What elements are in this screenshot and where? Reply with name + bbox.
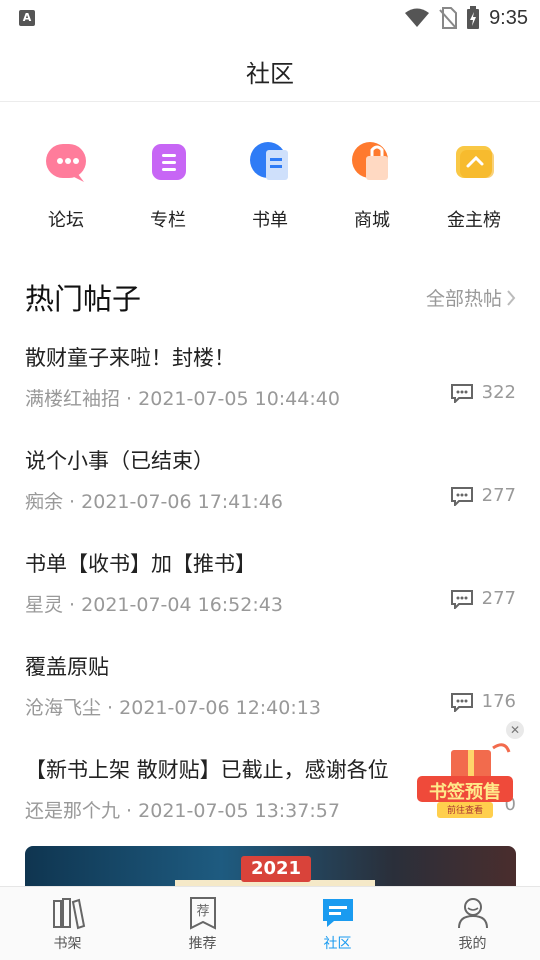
notification-a-icon: A	[19, 10, 35, 26]
tab-label: 书架	[53, 936, 82, 952]
wifi-icon	[405, 8, 430, 27]
post-item[interactable]: 散财童子来啦！封楼！ 满楼红袖招 · 2021-07-05 10:44:40 3…	[0, 330, 540, 433]
bottom-tab-bar: 书架 荐 推荐 社区 我的	[0, 886, 540, 960]
page-header: 社区	[0, 38, 540, 102]
post-meta: 沧海飞尘 · 2021-07-06 12:40:13	[25, 697, 321, 719]
post-author: 沧海飞尘	[25, 697, 102, 719]
ranking-icon	[446, 134, 502, 190]
post-comment-count: 176	[450, 691, 516, 712]
quick-nav-label: 专栏	[150, 210, 186, 231]
post-item[interactable]: 覆盖原贴 沧海飞尘 · 2021-07-06 12:40:13 176	[0, 639, 540, 742]
column-icon	[140, 134, 196, 190]
float-ad[interactable]: 书签预售 前往查看	[413, 740, 523, 826]
banner-year-tag: 2021	[241, 856, 311, 882]
status-icons: 9:35	[404, 6, 528, 30]
post-author: 痴余	[25, 491, 64, 513]
tab-bookshelf[interactable]: 书架	[0, 887, 135, 960]
tab-recommend[interactable]: 荐 推荐	[135, 887, 270, 960]
page-title: 社区	[246, 60, 294, 88]
quick-nav-ranking[interactable]: 金主榜	[423, 130, 525, 232]
float-ad-title: 书签预售	[429, 782, 501, 803]
no-sim-icon	[439, 7, 458, 29]
all-hot-posts-label: 全部热帖	[425, 288, 502, 310]
quick-nav-column[interactable]: 专栏	[117, 130, 219, 232]
post-author: 满楼红袖招	[25, 388, 121, 410]
post-title: 说个小事（已结束）	[25, 449, 214, 473]
post-meta: 星灵 · 2021-07-04 16:52:43	[25, 594, 283, 616]
comment-icon	[450, 589, 473, 609]
post-item[interactable]: 书单【收书】加【推书】 星灵 · 2021-07-04 16:52:43 277	[0, 536, 540, 639]
comment-icon	[450, 383, 473, 403]
tab-label: 社区	[323, 936, 352, 952]
post-title: 覆盖原贴	[25, 655, 109, 679]
tab-profile[interactable]: 我的	[405, 887, 540, 960]
post-time: 2021-07-05 10:44:40	[138, 388, 340, 410]
comment-icon	[450, 486, 473, 506]
post-title: 【新书上架 散财贴】已截止，感谢各位	[25, 758, 389, 782]
status-bar: A 9:35	[0, 0, 540, 38]
tab-label: 我的	[458, 936, 487, 952]
quick-nav: 论坛 专栏 书单 商城 金主榜	[0, 130, 540, 240]
post-author: 星灵	[25, 594, 64, 616]
float-ad-close-button[interactable]: ✕	[506, 721, 524, 739]
float-ad-subtitle: 前往查看	[446, 806, 483, 816]
tab-label: 推荐	[188, 936, 217, 952]
post-time: 2021-07-04 16:52:43	[81, 594, 283, 616]
tab-community[interactable]: 社区	[270, 887, 405, 960]
comment-count: 277	[481, 588, 516, 609]
quick-nav-label: 书单	[252, 210, 288, 231]
battery-icon	[467, 6, 480, 29]
comment-icon	[450, 692, 473, 712]
quick-nav-booklist[interactable]: 书单	[219, 130, 321, 232]
post-comment-count: 277	[450, 485, 516, 506]
comment-count: 322	[481, 382, 516, 403]
status-time: 9:35	[489, 6, 528, 29]
hot-posts-title: 热门帖子	[25, 282, 142, 316]
post-author: 还是那个九	[25, 800, 121, 822]
post-meta: 满楼红袖招 · 2021-07-05 10:44:40	[25, 388, 340, 410]
svg-text:荐: 荐	[196, 904, 209, 919]
comment-count: 176	[481, 691, 516, 712]
quick-nav-label: 金主榜	[447, 210, 501, 231]
quick-nav-label: 论坛	[48, 210, 84, 231]
chevron-right-icon	[507, 289, 516, 306]
community-icon	[320, 895, 356, 931]
post-title: 散财童子来啦！封楼！	[25, 346, 235, 370]
bookshelf-icon	[50, 895, 86, 931]
recommend-icon: 荐	[185, 895, 221, 931]
post-item[interactable]: 说个小事（已结束） 痴余 · 2021-07-06 17:41:46 277	[0, 433, 540, 536]
booklist-icon	[242, 134, 298, 190]
post-time: 2021-07-05 13:37:57	[138, 800, 340, 822]
comment-count: 277	[481, 485, 516, 506]
all-hot-posts-link[interactable]: 全部热帖	[426, 284, 516, 311]
post-comment-count: 322	[450, 382, 516, 403]
profile-icon	[455, 895, 491, 931]
post-title: 书单【收书】加【推书】	[25, 552, 256, 576]
quick-nav-label: 商城	[354, 210, 390, 231]
hot-posts-header: 热门帖子 全部热帖	[0, 270, 540, 326]
quick-nav-shop[interactable]: 商城	[321, 130, 423, 232]
post-time: 2021-07-06 17:41:46	[81, 491, 283, 513]
post-comment-count: 277	[450, 588, 516, 609]
quick-nav-forum[interactable]: 论坛	[15, 130, 117, 232]
post-meta: 痴余 · 2021-07-06 17:41:46	[25, 491, 283, 513]
shop-icon	[344, 134, 400, 190]
post-meta: 还是那个九 · 2021-07-05 13:37:57	[25, 800, 340, 822]
forum-icon	[38, 134, 94, 190]
post-time: 2021-07-06 12:40:13	[119, 697, 321, 719]
